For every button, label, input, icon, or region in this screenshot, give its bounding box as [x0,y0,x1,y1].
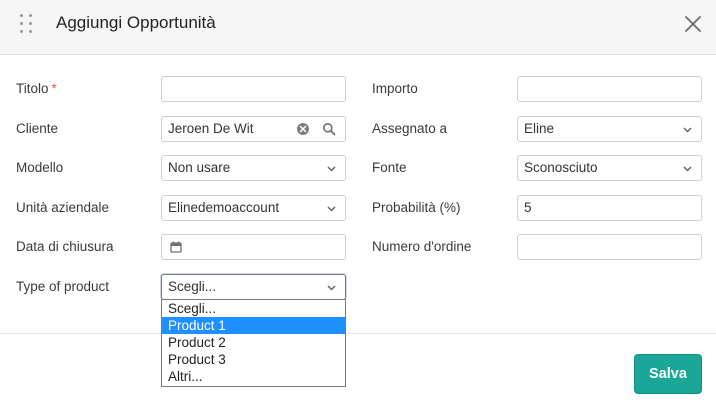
cliente-field[interactable]: Jeroen De Wit [161,116,346,142]
dropdown-option[interactable]: Scegli... [162,300,345,317]
fonte-value: Sconosciuto [524,160,598,175]
search-icon[interactable] [322,122,336,136]
chevron-down-icon [327,166,336,172]
unita-aziendale-label: Unità aziendale [16,200,110,215]
type-of-product-label: Type of product [16,279,110,294]
assegnato-select[interactable]: Eline [517,116,702,142]
required-mark: * [51,81,57,96]
chevron-down-icon [683,127,692,133]
type-of-product-dropdown: Scegli... Product 1 Product 2 Product 3 … [161,299,346,387]
fonte-label: Fonte [372,160,407,175]
probabilita-input[interactable] [517,195,702,221]
cliente-label: Cliente [16,121,59,136]
titolo-input[interactable] [161,76,346,102]
modello-select[interactable]: Non usare [161,155,346,181]
type-of-product-value: Scegli... [168,279,217,294]
numero-ordine-label: Numero d'ordine [372,239,472,254]
type-of-product-select[interactable]: Scegli... [161,274,346,300]
close-icon[interactable] [683,14,703,34]
titolo-input-control[interactable] [168,77,339,101]
numero-ordine-input[interactable] [517,234,702,260]
chevron-down-icon [683,166,692,172]
dropdown-option-highlighted[interactable]: Product 1 [162,317,345,334]
titolo-label: Titolo * [16,81,57,96]
probabilita-label: Probabilità (%) [372,200,461,215]
numero-ordine-input-control[interactable] [524,235,695,259]
dialog-title: Aggiungi Opportunità [56,13,216,32]
chevron-down-icon [327,285,336,291]
chevron-down-icon [327,206,336,212]
importo-label: Importo [372,81,418,96]
importo-input-control[interactable] [524,77,695,101]
dropdown-option[interactable]: Product 3 [162,351,345,368]
unita-aziendale-select[interactable]: Elinedemoaccount [161,195,346,221]
assegnato-value: Eline [524,121,555,136]
unita-aziendale-value: Elinedemoaccount [168,200,280,215]
drag-handle-icon[interactable] [20,12,34,34]
dropdown-option[interactable]: Product 2 [162,334,345,351]
clear-icon[interactable] [296,122,310,136]
dialog-header: Aggiungi Opportunità [0,0,716,55]
importo-input[interactable] [517,76,702,102]
data-chiusura-input[interactable] [161,234,346,260]
cliente-value: Jeroen De Wit [168,121,254,136]
data-chiusura-label: Data di chiusura [16,239,114,254]
modello-value: Non usare [168,160,231,175]
save-button[interactable]: Salva [634,354,702,394]
footer-divider [0,333,716,334]
dropdown-option[interactable]: Altri... [162,368,345,385]
assegnato-label: Assegnato a [372,121,448,136]
probabilita-input-control[interactable] [524,196,695,220]
fonte-select[interactable]: Sconosciuto [517,155,702,181]
calendar-icon [170,241,182,253]
modello-label: Modello [16,160,64,175]
